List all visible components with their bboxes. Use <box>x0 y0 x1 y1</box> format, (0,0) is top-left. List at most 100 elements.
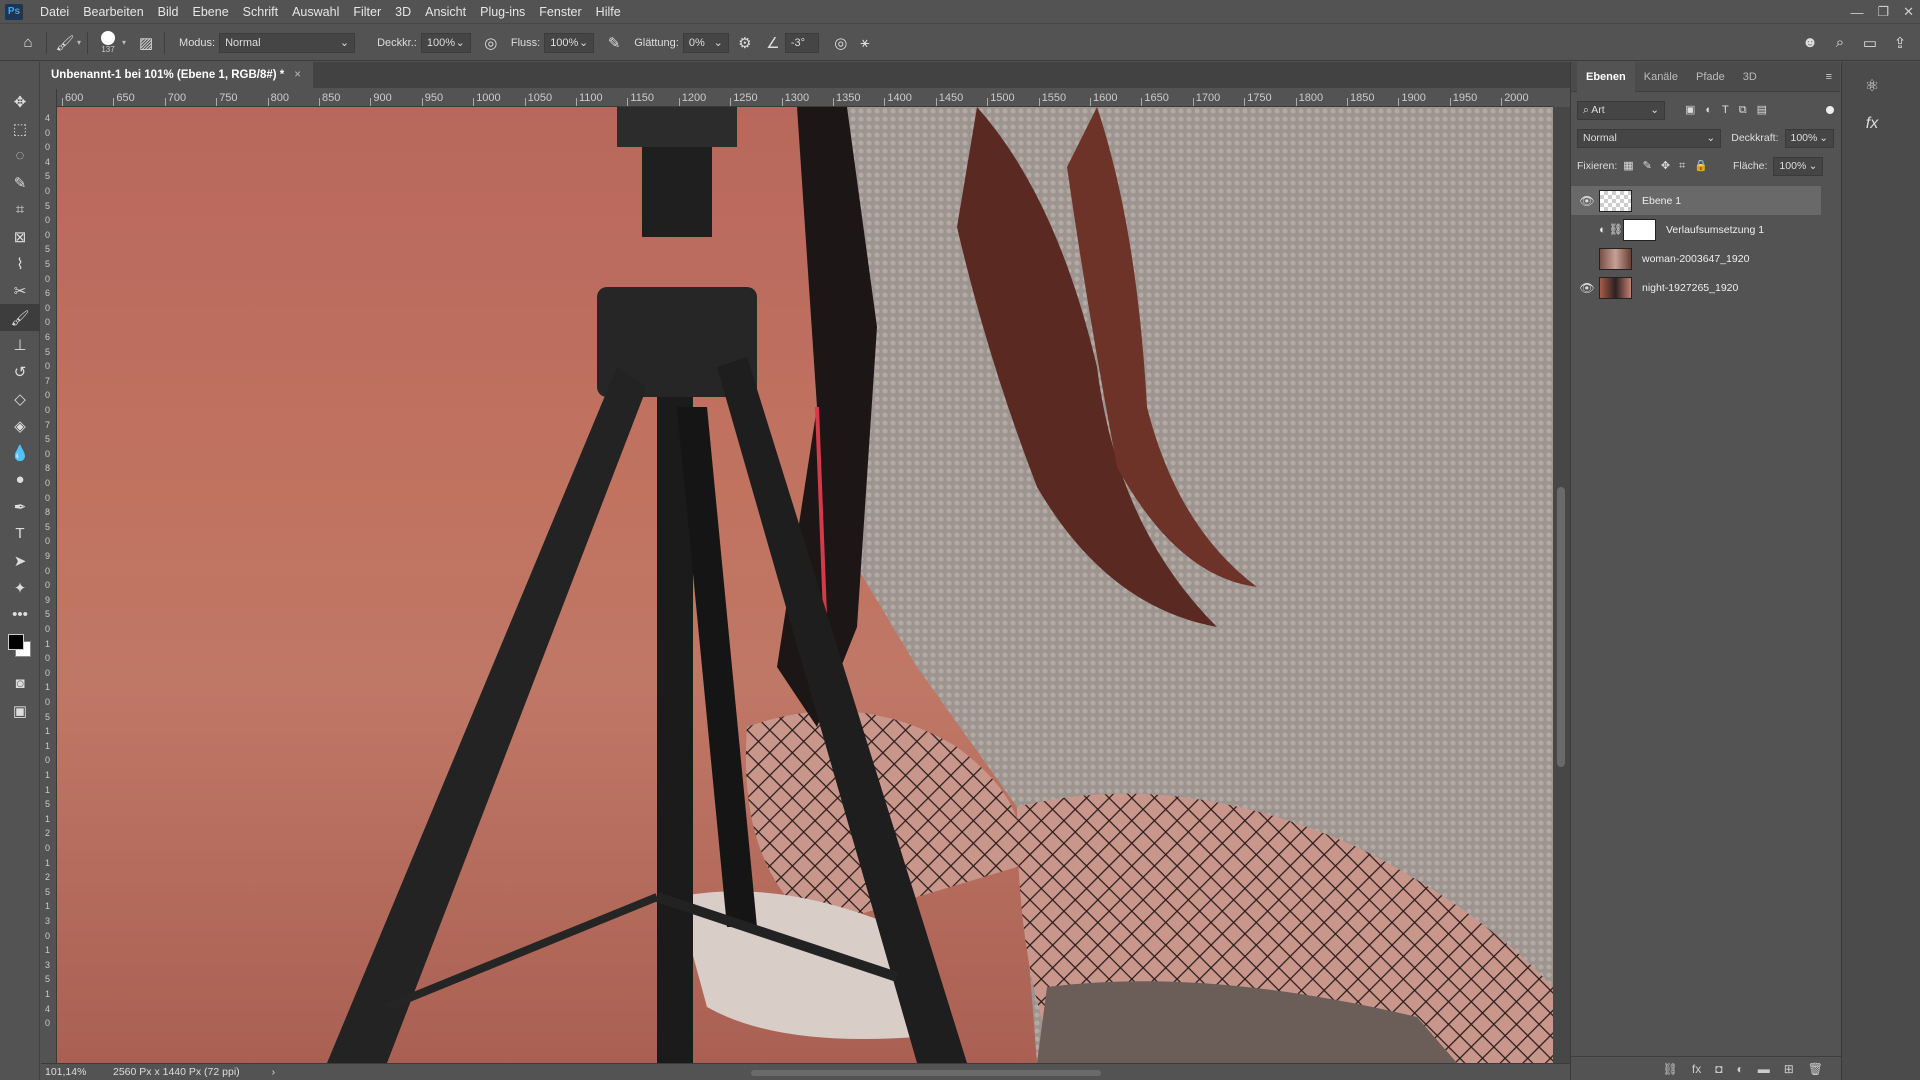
stamp-tool-icon[interactable]: ⊥ <box>0 331 40 358</box>
menu-ebene[interactable]: Ebene <box>186 0 236 24</box>
filter-toggle-icon[interactable] <box>1826 106 1834 114</box>
horizontal-scroll-thumb[interactable] <box>751 1070 1101 1076</box>
tab-kan-le[interactable]: Kanäle <box>1635 62 1687 92</box>
frame-tool-icon[interactable]: ⊠ <box>0 223 40 250</box>
fx-panel-icon[interactable]: fx <box>1858 110 1886 138</box>
tab-pfade[interactable]: Pfade <box>1687 62 1734 92</box>
menu-auswahl[interactable]: Auswahl <box>285 0 346 24</box>
pressure-opacity-icon[interactable]: ◎ <box>479 31 503 55</box>
adjustment-icon[interactable]: ◐ <box>1736 1062 1743 1076</box>
menu-bearbeiten[interactable]: Bearbeiten <box>76 0 150 24</box>
menu-bar: Ps Datei Bearbeiten Bild Ebene Schrift Auswah… <box>0 0 1920 24</box>
close-window-button[interactable]: ✕ <box>1903 4 1914 20</box>
smoothing-input[interactable]: 0% ⌄ <box>682 32 729 53</box>
ruler-label: 5 <box>45 171 51 182</box>
visibility-eye-icon[interactable]: 👁 <box>1575 194 1599 208</box>
move-tool-icon[interactable]: ✥ <box>0 88 40 115</box>
angle-input[interactable]: -3° <box>784 32 819 53</box>
quick-mask-icon[interactable]: ◙ <box>0 670 40 697</box>
panel-menu-icon[interactable]: ≡ <box>1826 71 1832 83</box>
history-brush-icon[interactable]: ↺ <box>0 358 40 385</box>
vertical-scrollbar[interactable] <box>1553 107 1570 1063</box>
restore-button[interactable]: ❐ <box>1877 4 1889 20</box>
symmetry-icon[interactable]: ⚹ <box>853 31 877 55</box>
menu-schrift[interactable]: Schrift <box>236 0 285 24</box>
fill-input[interactable]: 100% ⌄ <box>1773 156 1824 176</box>
workspace-icon[interactable]: ▭ <box>1858 31 1882 55</box>
healing-tool-icon[interactable]: ✂ <box>0 277 40 304</box>
lock-icons[interactable]: ▦✎✥⌗🔒 <box>1623 159 1717 173</box>
paint-bucket-icon[interactable]: ◈ <box>0 412 40 439</box>
blur-tool-icon[interactable]: 💧 <box>0 439 40 466</box>
fx-icon[interactable]: fx <box>1692 1062 1701 1076</box>
gear-icon[interactable]: ⚙ <box>733 31 757 55</box>
share-icon[interactable]: ⇪ <box>1888 31 1912 55</box>
home-icon[interactable]: ⌂ <box>16 31 40 55</box>
tab-3d[interactable]: 3D <box>1734 62 1766 92</box>
link-icon[interactable]: ⛓ <box>1663 1062 1678 1076</box>
close-tab-icon[interactable]: × <box>294 69 301 81</box>
visibility-eye-icon[interactable]: 👁 <box>1575 281 1599 295</box>
color-swatches[interactable] <box>0 628 39 670</box>
brush-tool-preset-icon[interactable]: 🖌 <box>53 31 77 55</box>
photoshop-logo[interactable]: Ps <box>5 3 23 20</box>
layer-row[interactable]: ◐ ⛓ Verlaufsumsetzung 1 <box>1571 215 1821 244</box>
zoom-level[interactable]: 101,14% <box>45 1066 105 1078</box>
mode-select[interactable]: Normal ⌄ <box>219 32 356 53</box>
eyedropper-tool-icon[interactable]: ⌇ <box>0 250 40 277</box>
mask-icon[interactable]: ◘ <box>1715 1062 1722 1076</box>
layer-row[interactable]: 👁 Ebene 1 <box>1571 186 1821 215</box>
screen-mode-icon[interactable]: ▣ <box>0 697 40 724</box>
marquee-tool-icon[interactable]: ⬚ <box>0 115 40 142</box>
foreground-color-swatch[interactable] <box>8 634 24 650</box>
trash-icon[interactable]: 🗑 <box>1808 1062 1823 1076</box>
shape-tool-icon[interactable]: ✦ <box>0 574 40 601</box>
adjustments-icon[interactable]: ⚛ <box>1858 72 1886 100</box>
layer-filter-select[interactable]: ⌕ Art ⌄ <box>1577 100 1665 120</box>
menu-3d[interactable]: 3D <box>388 0 418 24</box>
menu-plug-ins[interactable]: Plug-ins <box>473 0 532 24</box>
document-tab[interactable]: Unbenannt-1 bei 101% (Ebene 1, RGB/8#) *… <box>41 62 313 88</box>
path-selection-icon[interactable]: ➤ <box>0 547 40 574</box>
brush-settings-icon[interactable]: ▨ <box>134 31 158 55</box>
ruler-label: 1250 <box>733 92 758 104</box>
more-tools-icon[interactable]: ••• <box>0 601 40 628</box>
new-layer-icon[interactable]: ⊞ <box>1784 1062 1794 1076</box>
layer-filter-icons[interactable]: ▣◐T⧉▤ <box>1685 103 1777 117</box>
menu-hilfe[interactable]: Hilfe <box>589 0 628 24</box>
blend-mode-select[interactable]: Normal ⌄ <box>1577 128 1722 148</box>
search-icon[interactable]: ⌕ <box>1828 31 1852 55</box>
flow-input[interactable]: 100% ⌄ <box>544 32 595 53</box>
minimize-button[interactable]: — <box>1850 5 1863 20</box>
pressure-size-icon[interactable]: ◎ <box>829 31 853 55</box>
type-tool-icon[interactable]: T <box>0 520 40 547</box>
brush-tool-icon[interactable]: 🖌 <box>0 304 40 331</box>
document-canvas[interactable] <box>57 107 1553 1063</box>
layer-opacity-input[interactable]: 100% ⌄ <box>1784 128 1834 148</box>
ruler-label: 1 <box>45 726 51 737</box>
scroll-thumb[interactable] <box>1557 487 1565 767</box>
status-bar: 101,14% 2560 Px x 1440 Px (72 ppi) › <box>41 1063 1570 1080</box>
menu-bild[interactable]: Bild <box>151 0 186 24</box>
layer-row[interactable]: 👁 night-1927265_1920 <box>1571 273 1821 302</box>
menu-ansicht[interactable]: Ansicht <box>418 0 473 24</box>
menu-datei[interactable]: Datei <box>33 0 76 24</box>
tab-ebenen[interactable]: Ebenen <box>1577 61 1635 92</box>
select-subject-icon[interactable]: ☻ <box>1798 31 1822 55</box>
eraser-tool-icon[interactable]: ◇ <box>0 385 40 412</box>
lasso-tool-icon[interactable]: ◌ <box>0 142 40 169</box>
folder-icon[interactable]: ▬ <box>1758 1062 1770 1076</box>
crop-tool-icon[interactable]: ⌗ <box>0 196 40 223</box>
quick-selection-tool-icon[interactable]: ✎ <box>0 169 40 196</box>
opacity-input[interactable]: 100% ⌄ <box>420 32 471 53</box>
menu-fenster[interactable]: Fenster <box>532 0 588 24</box>
layer-thumbnail <box>1599 189 1632 212</box>
pen-tool-icon[interactable]: ✒ <box>0 493 40 520</box>
layer-row[interactable]: woman-2003647_1920 <box>1571 244 1821 273</box>
airbrush-icon[interactable]: ✎ <box>602 31 626 55</box>
dodge-tool-icon[interactable]: ● <box>0 466 40 493</box>
ruler-label: 5 <box>45 200 51 211</box>
brush-size-picker[interactable]: 137 <box>94 31 122 54</box>
menu-filter[interactable]: Filter <box>346 0 388 24</box>
status-menu-arrow[interactable]: › <box>272 1066 276 1078</box>
